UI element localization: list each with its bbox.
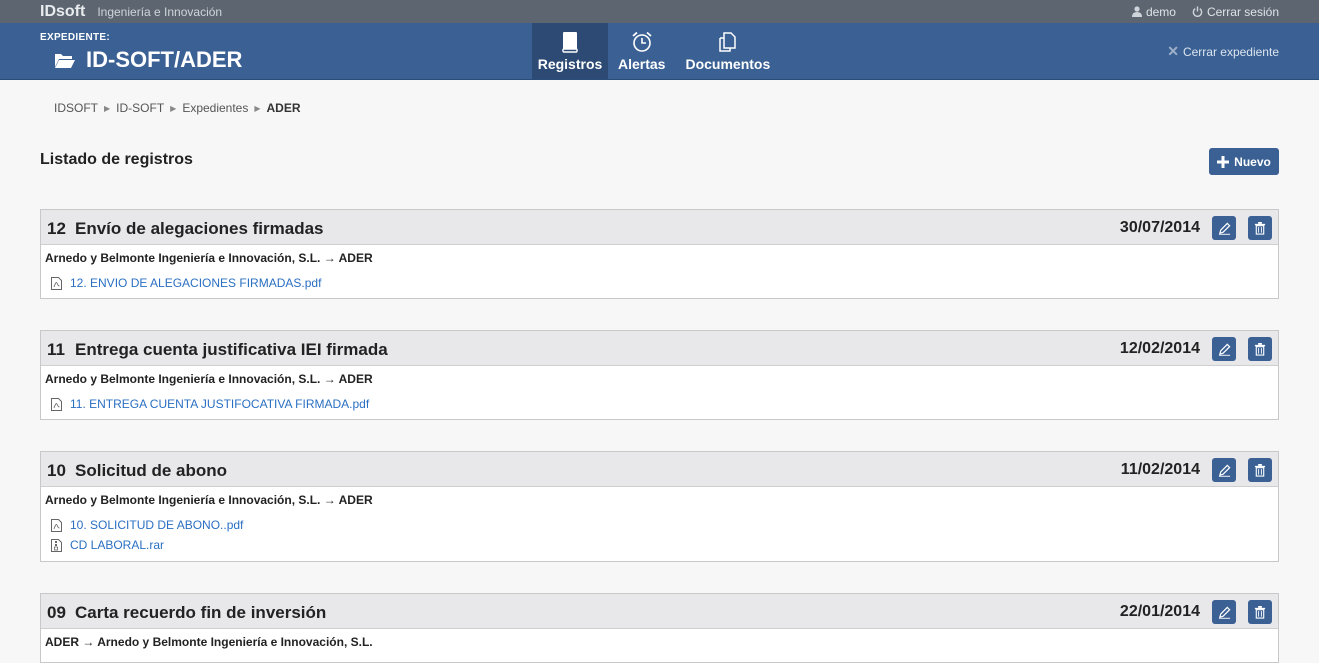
edit-record-button[interactable] (1212, 216, 1236, 240)
record-header: 12 Envío de alegaciones firmadas 30/07/2… (41, 210, 1278, 245)
edit-record-button[interactable] (1212, 337, 1236, 361)
close-icon: ✕ (1167, 43, 1179, 59)
case-title: ID-SOFT/ADER (54, 47, 242, 73)
edit-record-button[interactable] (1212, 458, 1236, 482)
new-record-button[interactable]: Nuevo (1209, 148, 1279, 175)
record-number: 09 (47, 603, 66, 622)
logout-label: Cerrar sesión (1206, 4, 1279, 19)
documents-icon (719, 32, 736, 52)
record-number: 10 (47, 461, 66, 480)
pencil-icon (1218, 464, 1230, 477)
file-name: 12. ENVIO DE ALEGACIONES FIRMADAS.pdf (70, 276, 322, 290)
file-link[interactable]: 12. ENVIO DE ALEGACIONES FIRMADAS.pdf (51, 276, 321, 290)
case-label: EXPEDIENTE: (40, 32, 110, 43)
record-title[interactable]: Envío de alegaciones firmadas (75, 219, 323, 239)
record-card: 09 Carta recuerdo fin de inversión 22/01… (40, 593, 1279, 663)
tab-alertas-label: Alertas (618, 56, 666, 72)
file-link[interactable]: 10. SOLICITUD DE ABONO..pdf (51, 518, 243, 532)
book-icon (562, 32, 578, 53)
record-header: 10 Solicitud de abono 11/02/2014 (41, 452, 1278, 487)
trash-icon (1254, 221, 1266, 235)
folder-open-icon (55, 53, 75, 68)
case-title-text: ID-SOFT/ADER (86, 47, 243, 72)
breadcrumb-separator-icon: ▶ (254, 103, 261, 113)
breadcrumb-item[interactable]: Expedientes (182, 101, 248, 115)
delete-record-button[interactable] (1248, 216, 1272, 240)
file-link[interactable]: CD LABORAL.rar (51, 538, 164, 552)
pencil-icon (1218, 343, 1230, 356)
breadcrumb-separator-icon: ▶ (104, 103, 111, 113)
file-name: 11. ENTREGA CUENTA JUSTIFOCATIVA FIRMADA… (70, 397, 370, 411)
record-parties: Arnedo y Belmonte Ingeniería e Innovació… (45, 372, 373, 386)
record-date: 11/02/2014 (1120, 461, 1200, 478)
file-name: CD LABORAL.rar (70, 538, 165, 552)
tab-alertas[interactable]: Alertas (608, 23, 675, 79)
record-card: 12 Envío de alegaciones firmadas 30/07/2… (40, 209, 1279, 299)
record-parties: ADER → Arnedo y Belmonte Ingeniería e In… (45, 635, 373, 649)
logout-link[interactable]: Cerrar sesión (1192, 5, 1279, 19)
file-link[interactable]: 11. ENTREGA CUENTA JUSTIFOCATIVA FIRMADA… (51, 397, 369, 411)
archive-file-icon (51, 538, 62, 552)
tab-documentos[interactable]: Documentos (675, 23, 780, 79)
tab-registros[interactable]: Registros (532, 23, 608, 79)
case-header: EXPEDIENTE: ID-SOFT/ADER Registros Alert… (0, 23, 1319, 80)
brand-logo[interactable]: IDsoft (40, 3, 85, 21)
record-date: 30/07/2014 (1119, 219, 1200, 236)
file-name: 10. SOLICITUD DE ABONO..pdf (70, 518, 244, 532)
user-link[interactable]: demo (1131, 4, 1176, 19)
delete-record-button[interactable] (1248, 337, 1272, 361)
record-title[interactable]: Carta recuerdo fin de inversión (75, 603, 326, 623)
breadcrumb-item[interactable]: ID-SOFT (116, 101, 164, 115)
pdf-file-icon (51, 518, 62, 532)
trash-icon (1254, 605, 1266, 619)
record-date: 12/02/2014 (1119, 340, 1200, 357)
close-case-label: Cerrar expediente (1182, 44, 1279, 59)
pencil-icon (1218, 222, 1230, 235)
user-menu: demo Cerrar sesión (1131, 0, 1279, 23)
record-card: 10 Solicitud de abono 11/02/2014 Arnedo … (40, 451, 1279, 562)
close-case-link[interactable]: ✕ Cerrar expediente (1167, 43, 1279, 60)
top-bar: IDsoft Ingeniería e Innovación demo Cerr… (0, 0, 1319, 23)
page-title: Listado de registros (40, 151, 193, 168)
record-title[interactable]: Solicitud de abono (75, 461, 227, 481)
user-icon (1131, 6, 1142, 17)
record-number: 11 (47, 340, 65, 359)
plus-icon (1217, 155, 1230, 168)
record-card: 11 Entrega cuenta justificativa IEI firm… (40, 330, 1279, 420)
trash-icon (1254, 342, 1266, 356)
pencil-icon (1218, 606, 1230, 619)
power-icon (1192, 6, 1203, 17)
breadcrumb-item[interactable]: IDSOFT (54, 101, 98, 115)
main-nav: Registros Alertas Documentos (532, 23, 780, 79)
record-title[interactable]: Entrega cuenta justificativa IEI firmada (75, 340, 388, 360)
brand-tagline: Ingeniería e Innovación (97, 4, 223, 19)
edit-record-button[interactable] (1212, 600, 1236, 624)
record-number: 12 (47, 219, 66, 238)
record-date: 22/01/2014 (1119, 603, 1200, 620)
alarm-clock-icon (632, 31, 652, 52)
new-record-label: Nuevo (1234, 154, 1271, 169)
breadcrumb-current: ADER (266, 101, 301, 115)
delete-record-button[interactable] (1248, 600, 1272, 624)
delete-record-button[interactable] (1248, 458, 1272, 482)
tab-registros-label: Registros (537, 56, 603, 72)
breadcrumb: IDSOFT ▶ ID-SOFT ▶ Expedientes ▶ ADER (54, 101, 301, 115)
record-header: 11 Entrega cuenta justificativa IEI firm… (41, 331, 1278, 366)
record-parties: Arnedo y Belmonte Ingeniería e Innovació… (45, 251, 373, 265)
trash-icon (1254, 463, 1266, 477)
record-header: 09 Carta recuerdo fin de inversión 22/01… (41, 594, 1278, 629)
tab-documentos-label: Documentos (685, 56, 771, 72)
record-parties: Arnedo y Belmonte Ingeniería e Innovació… (45, 493, 373, 507)
pdf-file-icon (51, 276, 62, 290)
breadcrumb-separator-icon: ▶ (170, 103, 177, 113)
user-name: demo (1145, 4, 1176, 19)
pdf-file-icon (51, 397, 62, 411)
